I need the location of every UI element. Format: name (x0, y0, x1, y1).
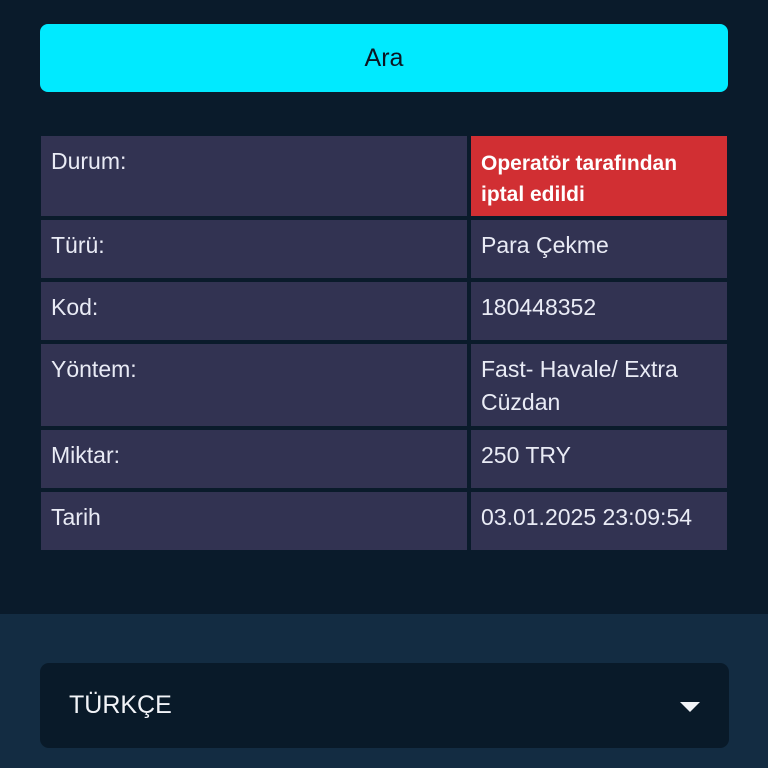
language-selected-value: TÜRKÇE (69, 691, 172, 719)
table-row-type: Türü: Para Çekme (41, 220, 727, 278)
table-row-date: Tarih 03.01.2025 23:09:54 (41, 492, 727, 550)
transaction-detail-page: Ara Durum: Operatör tarafından iptal edi… (0, 0, 768, 768)
amount-label: Miktar: (41, 430, 467, 488)
footer: TÜRKÇE (0, 614, 768, 768)
code-label: Kod: (41, 282, 467, 340)
method-label: Yöntem: (41, 344, 467, 426)
status-badge: Operatör tarafından iptal edildi (471, 136, 727, 216)
status-label: Durum: (41, 136, 467, 216)
chevron-down-icon (680, 702, 700, 712)
type-label: Türü: (41, 220, 467, 278)
search-button[interactable]: Ara (40, 24, 728, 92)
table-row-code: Kod: 180448352 (41, 282, 727, 340)
language-select[interactable]: TÜRKÇE (40, 663, 729, 748)
method-value: Fast- Havale/ Extra Cüzdan (471, 344, 727, 426)
date-value: 03.01.2025 23:09:54 (471, 492, 727, 550)
table-row-method: Yöntem: Fast- Havale/ Extra Cüzdan (41, 344, 727, 426)
table-row-status: Durum: Operatör tarafından iptal edildi (41, 136, 727, 216)
search-button-label: Ara (364, 43, 404, 72)
code-value: 180448352 (471, 282, 727, 340)
amount-value: 250 TRY (471, 430, 727, 488)
table-row-amount: Miktar: 250 TRY (41, 430, 727, 488)
type-value: Para Çekme (471, 220, 727, 278)
date-label: Tarih (41, 492, 467, 550)
